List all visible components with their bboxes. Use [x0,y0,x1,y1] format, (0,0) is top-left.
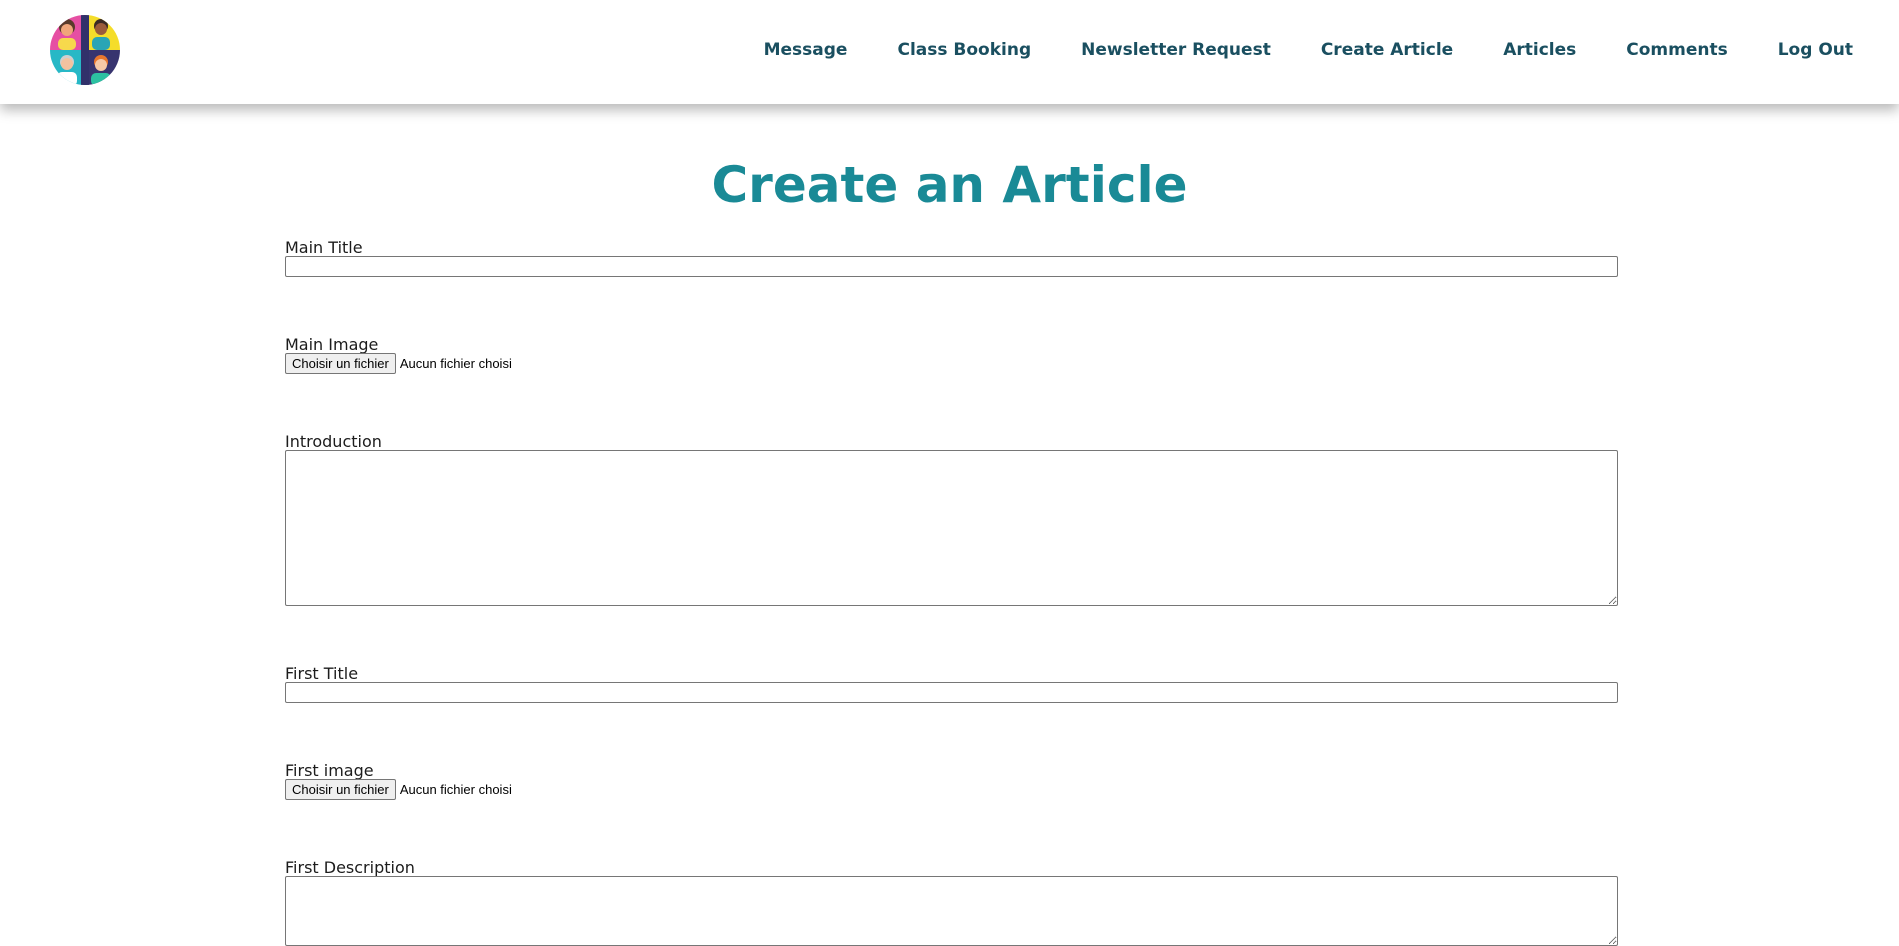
first-title-label: First Title [285,664,359,683]
nav-message[interactable]: Message [764,40,848,60]
first-description-textarea[interactable] [285,876,1618,946]
first-description-label: First Description [285,858,415,877]
main-nav: Message Class Booking Newsletter Request… [764,0,1853,100]
main-title-label: Main Title [285,238,363,257]
main-title-input[interactable] [285,256,1618,277]
first-title-input[interactable] [285,682,1618,703]
nav-class-booking[interactable]: Class Booking [897,40,1031,60]
main-image-file-status: Aucun fichier choisi [399,356,512,371]
main-image-label: Main Image [285,335,379,354]
site-header: Message Class Booking Newsletter Request… [0,0,1899,104]
nav-articles[interactable]: Articles [1503,40,1576,60]
main-image-choose-file-button[interactable]: Choisir un fichier [285,353,396,374]
first-image-label: First image [285,761,374,780]
first-image-file-status: Aucun fichier choisi [399,782,512,797]
main-image-file-picker: Choisir un fichier Aucun fichier choisi [285,353,512,374]
first-image-choose-file-button[interactable]: Choisir un fichier [285,779,396,800]
introduction-label: Introduction [285,432,382,451]
introduction-textarea[interactable] [285,450,1618,606]
first-image-file-picker: Choisir un fichier Aucun fichier choisi [285,779,512,800]
nav-log-out[interactable]: Log Out [1778,40,1853,60]
nav-comments[interactable]: Comments [1626,40,1727,60]
people-group-icon[interactable] [49,14,121,86]
page-title: Create an Article [711,156,1188,214]
nav-newsletter-request[interactable]: Newsletter Request [1081,40,1271,60]
nav-create-article[interactable]: Create Article [1321,40,1453,60]
